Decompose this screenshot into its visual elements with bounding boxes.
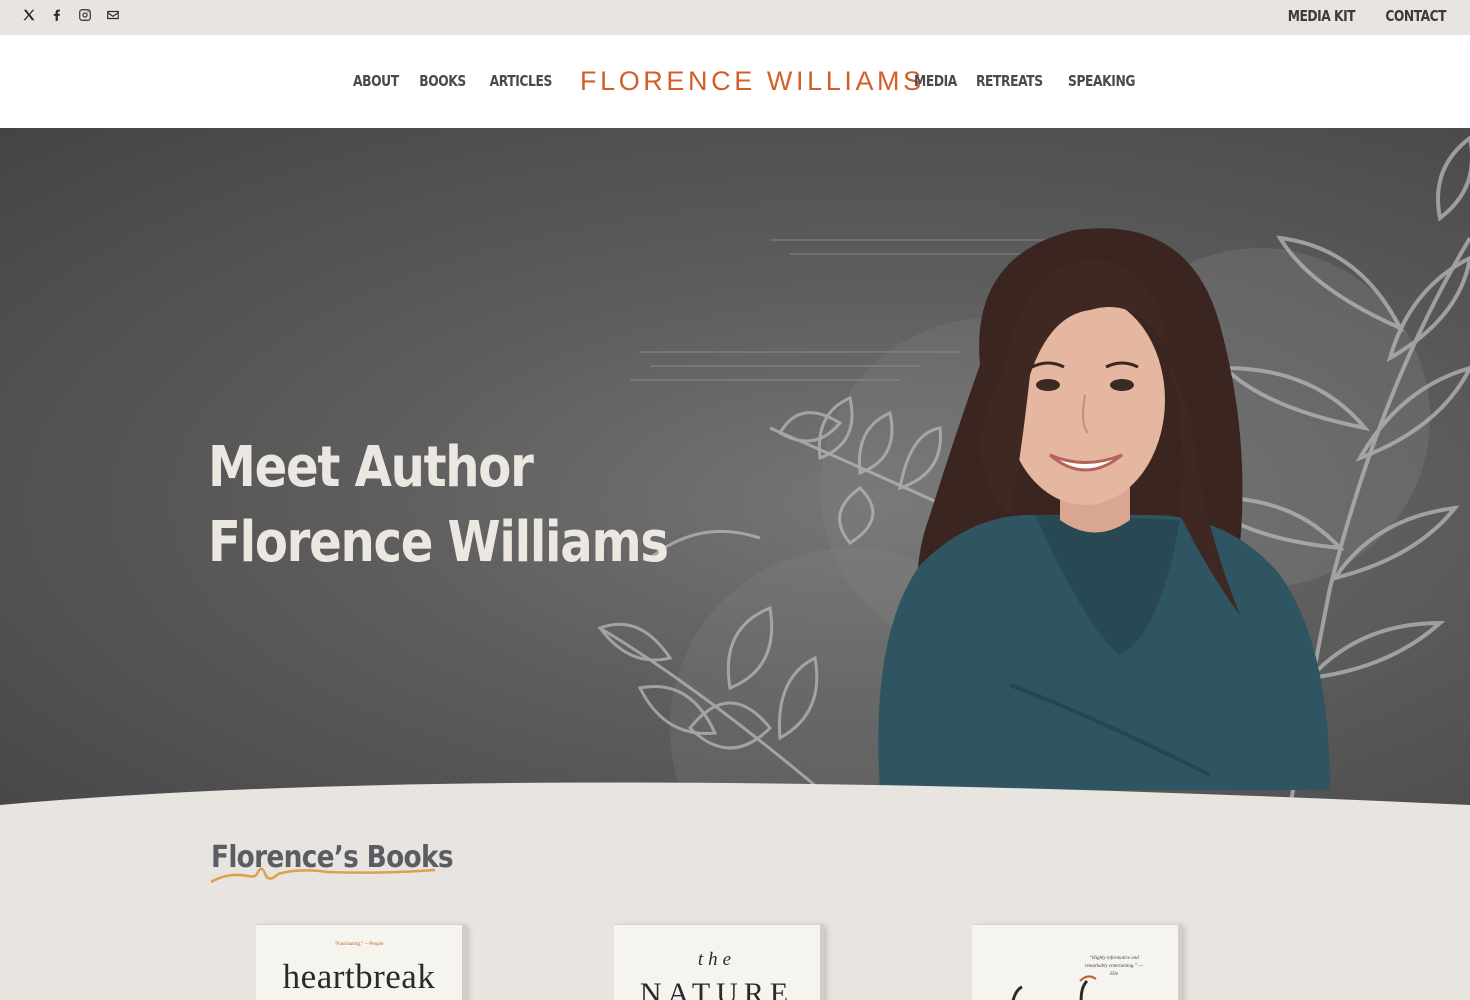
book-cover-quote: “Fascinating.” —People <box>334 942 384 947</box>
x-icon[interactable] <box>22 8 36 22</box>
book-cover-title-prefix: the <box>697 949 737 970</box>
nav-books[interactable]: BOOKS <box>419 72 466 90</box>
nav-about[interactable]: ABOUT <box>354 72 400 90</box>
site-logo[interactable]: FLORENCE WILLIAMS <box>580 66 925 97</box>
nav-media[interactable]: MEDIA <box>914 72 957 90</box>
envelope-icon[interactable] <box>106 8 120 22</box>
hero-heading-line1: Meet Author <box>208 435 534 500</box>
book-cover-blurb: “Highly informative and remarkably enter… <box>1084 956 1144 977</box>
facebook-icon[interactable] <box>50 8 64 22</box>
section-wave-divider <box>0 782 1470 820</box>
hero-heading-line2: Florence Williams <box>208 510 669 575</box>
heading-underline-squiggle <box>210 867 436 884</box>
site-header: ABOUT BOOKS ARTICLES FLORENCE WILLIAMS M… <box>0 35 1470 128</box>
social-links <box>22 8 120 22</box>
contact-link[interactable]: CONTACT <box>1385 7 1446 25</box>
nav-retreats[interactable]: RETREATS <box>976 72 1043 90</box>
nav-articles[interactable]: ARTICLES <box>490 72 553 90</box>
main-nav-right: MEDIA RETREATS SPEAKING <box>914 72 1149 90</box>
book-cover-breasts[interactable]: “Highly informative and remarkably enter… <box>972 924 1178 1000</box>
author-portrait <box>878 228 1330 790</box>
main-nav-left: ABOUT BOOKS ARTICLES <box>343 72 553 90</box>
book-cover-title: NATURE <box>639 977 795 1000</box>
instagram-icon[interactable] <box>78 8 92 22</box>
media-kit-link[interactable]: MEDIA KIT <box>1288 7 1356 25</box>
utility-links: MEDIA KIT CONTACT <box>1273 7 1447 25</box>
book-cover-the-nature-fix[interactable]: the NATURE <box>614 924 820 1000</box>
book-cover-title: heartbreak <box>282 957 436 996</box>
hero-heading: Meet Author Florence Williams <box>208 430 669 580</box>
top-utility-bar: MEDIA KIT CONTACT <box>0 0 1470 35</box>
book-cover-heartbreak[interactable]: “Fascinating.” —People heartbreak <box>256 924 462 1000</box>
nav-speaking[interactable]: SPEAKING <box>1068 72 1135 90</box>
